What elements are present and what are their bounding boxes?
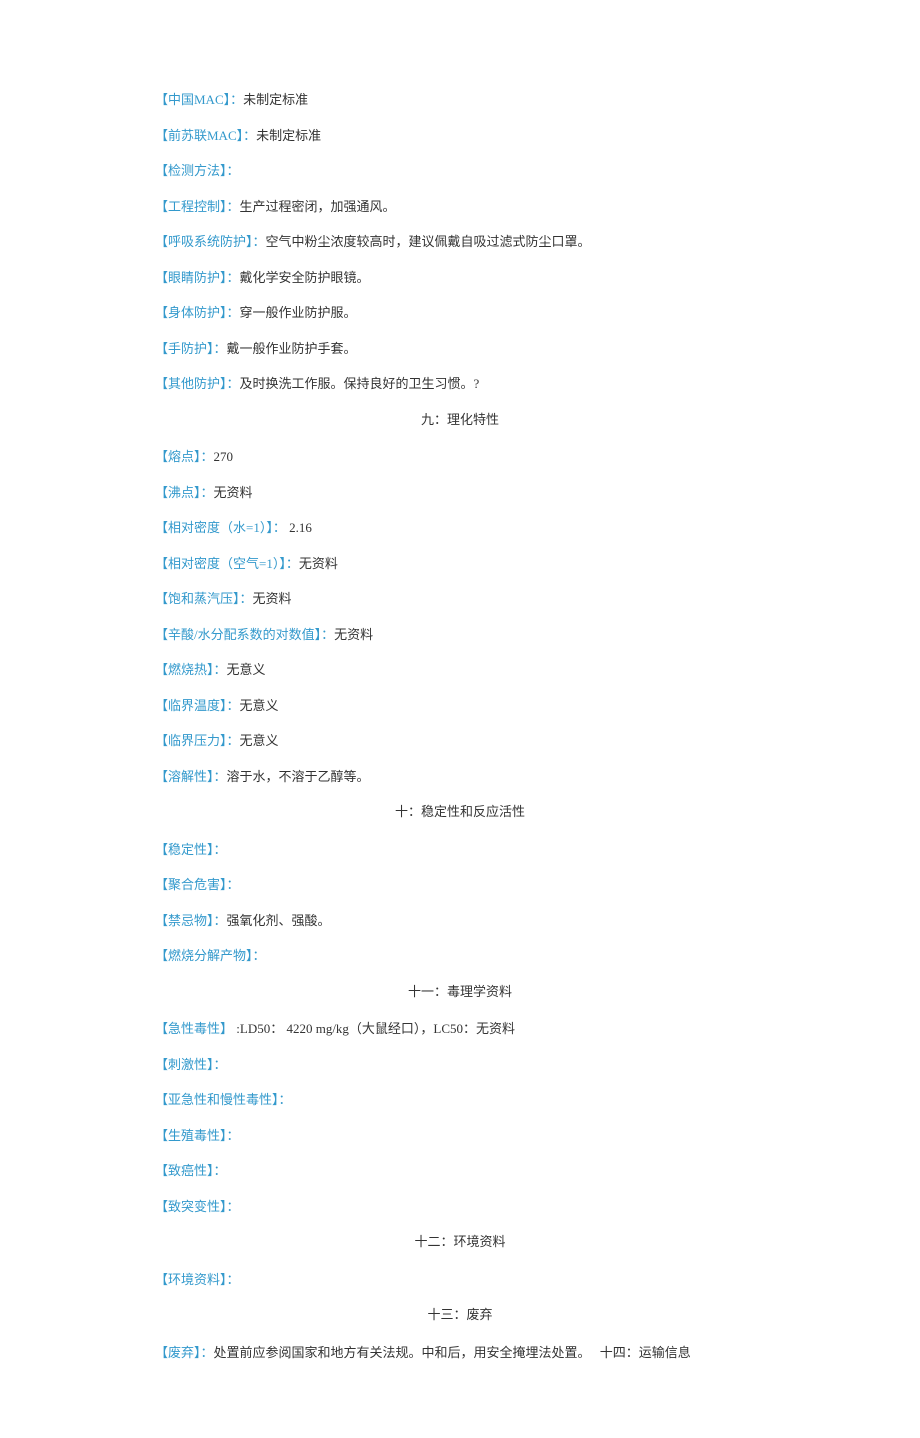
label-eng-ctrl: 【工程控制】： <box>155 199 240 214</box>
label-melting: 【熔点】： <box>155 449 214 464</box>
row-incompat: 【禁忌物】：强氧化剂、强酸。 <box>155 911 765 931</box>
value-eye: 戴化学安全防护眼镜。 <box>240 270 370 285</box>
row-carcino: 【致癌性】： <box>155 1161 765 1181</box>
row-detect: 【检测方法】： <box>155 161 765 181</box>
row-hand: 【手防护】：戴一般作业防护手套。 <box>155 339 765 359</box>
value-crit-press: 无意义 <box>240 733 279 748</box>
label-other: 【其他防护】： <box>155 376 240 391</box>
label-comb-heat: 【燃烧热】： <box>155 662 227 677</box>
value-hand: 戴一般作业防护手套。 <box>227 341 357 356</box>
row-logp: 【辛酸/水分配系数的对数值】：无资料 <box>155 625 765 645</box>
row-comb-heat: 【燃烧热】：无意义 <box>155 660 765 680</box>
section-9-heading: 九：理化特性 <box>155 410 765 430</box>
value-resp: 空气中粉尘浓度较高时，建议佩戴自吸过滤式防尘口罩。 <box>266 234 591 249</box>
label-body: 【身体防护】： <box>155 305 240 320</box>
section-12-heading: 十二：环境资料 <box>155 1232 765 1252</box>
row-crit-temp: 【临界温度】：无意义 <box>155 696 765 716</box>
value-china-mac: 未制定标准 <box>243 92 308 107</box>
row-mutagen: 【致突变性】： <box>155 1197 765 1217</box>
label-env: 【环境资料】： <box>155 1272 240 1287</box>
row-vapor: 【饱和蒸汽压】：无资料 <box>155 589 765 609</box>
row-repro: 【生殖毒性】： <box>155 1126 765 1146</box>
row-acute: 【急性毒性】 :LD50： 4220 mg/kg（大鼠经口），LC50：无资料 <box>155 1019 765 1039</box>
label-subchronic: 【亚急性和慢性毒性】： <box>155 1092 292 1107</box>
value-solub: 溶于水，不溶于乙醇等。 <box>227 769 370 784</box>
label-dens-air: 【相对密度（空气=1）】： <box>155 556 299 571</box>
value-melting: 270 <box>214 449 234 464</box>
row-env: 【环境资料】： <box>155 1270 765 1290</box>
row-crit-press: 【临界压力】：无意义 <box>155 731 765 751</box>
label-eye: 【眼睛防护】： <box>155 270 240 285</box>
value-logp: 无资料 <box>334 627 373 642</box>
value-ussr-mac: 未制定标准 <box>256 128 321 143</box>
label-acute: 【急性毒性】 <box>155 1021 233 1036</box>
label-disposal: 【废弃】： <box>155 1345 214 1360</box>
label-mutagen: 【致突变性】： <box>155 1199 240 1214</box>
label-resp: 【呼吸系统防护】： <box>155 234 266 249</box>
label-china-mac: 【中国MAC】： <box>155 92 243 107</box>
row-stability: 【稳定性】： <box>155 840 765 860</box>
section-10-heading: 十：稳定性和反应活性 <box>155 802 765 822</box>
row-ussr-mac: 【前苏联MAC】：未制定标准 <box>155 126 765 146</box>
label-ussr-mac: 【前苏联MAC】： <box>155 128 256 143</box>
row-dens-air: 【相对密度（空气=1）】：无资料 <box>155 554 765 574</box>
value-other: 及时换洗工作服。保持良好的卫生习惯。? <box>240 376 480 391</box>
row-eng-ctrl: 【工程控制】：生产过程密闭，加强通风。 <box>155 197 765 217</box>
label-polymer: 【聚合危害】： <box>155 877 240 892</box>
value-dens-water: 2.16 <box>286 520 312 535</box>
label-logp: 【辛酸/水分配系数的对数值】： <box>155 627 334 642</box>
value-crit-temp: 无意义 <box>240 698 279 713</box>
label-solub: 【溶解性】： <box>155 769 227 784</box>
label-stability: 【稳定性】： <box>155 842 227 857</box>
value-body: 穿一般作业防护服。 <box>240 305 357 320</box>
row-body: 【身体防护】：穿一般作业防护服。 <box>155 303 765 323</box>
label-detect: 【检测方法】： <box>155 163 240 178</box>
value-eng-ctrl: 生产过程密闭，加强通风。 <box>240 199 396 214</box>
row-boiling: 【沸点】：无资料 <box>155 483 765 503</box>
label-crit-temp: 【临界温度】： <box>155 698 240 713</box>
label-boiling: 【沸点】： <box>155 485 214 500</box>
value-disposal: 处置前应参阅国家和地方有关法规。中和后，用安全掩埋法处置。 <box>214 1345 591 1360</box>
label-irrit: 【刺激性】： <box>155 1057 227 1072</box>
row-polymer: 【聚合危害】： <box>155 875 765 895</box>
row-china-mac: 【中国MAC】：未制定标准 <box>155 90 765 110</box>
value-boiling: 无资料 <box>214 485 253 500</box>
row-dens-water: 【相对密度（水=1）】： 2.16 <box>155 518 765 538</box>
label-decomp: 【燃烧分解产物】： <box>155 948 266 963</box>
label-repro: 【生殖毒性】： <box>155 1128 240 1143</box>
row-resp: 【呼吸系统防护】：空气中粉尘浓度较高时，建议佩戴自吸过滤式防尘口罩。 <box>155 232 765 252</box>
label-crit-press: 【临界压力】： <box>155 733 240 748</box>
value-comb-heat: 无意义 <box>227 662 266 677</box>
row-eye: 【眼睛防护】：戴化学安全防护眼镜。 <box>155 268 765 288</box>
row-solub: 【溶解性】：溶于水，不溶于乙醇等。 <box>155 767 765 787</box>
section-11-heading: 十一：毒理学资料 <box>155 982 765 1002</box>
label-hand: 【手防护】： <box>155 341 227 356</box>
label-dens-water: 【相对密度（水=1）】： <box>155 520 286 535</box>
section-14-inline: 十四：运输信息 <box>597 1345 691 1360</box>
label-vapor: 【饱和蒸汽压】： <box>155 591 253 606</box>
row-melting: 【熔点】：270 <box>155 447 765 467</box>
value-vapor: 无资料 <box>253 591 292 606</box>
row-other: 【其他防护】：及时换洗工作服。保持良好的卫生习惯。? <box>155 374 765 394</box>
label-carcino: 【致癌性】： <box>155 1163 227 1178</box>
section-13-heading: 十三：废弃 <box>155 1305 765 1325</box>
row-subchronic: 【亚急性和慢性毒性】： <box>155 1090 765 1110</box>
value-incompat: 强氧化剂、强酸。 <box>227 913 331 928</box>
row-disposal: 【废弃】：处置前应参阅国家和地方有关法规。中和后，用安全掩埋法处置。 十四：运输… <box>155 1343 765 1363</box>
value-acute: :LD50： 4220 mg/kg（大鼠经口），LC50：无资料 <box>233 1021 515 1036</box>
label-incompat: 【禁忌物】： <box>155 913 227 928</box>
row-decomp: 【燃烧分解产物】： <box>155 946 765 966</box>
row-irrit: 【刺激性】： <box>155 1055 765 1075</box>
value-dens-air: 无资料 <box>299 556 338 571</box>
